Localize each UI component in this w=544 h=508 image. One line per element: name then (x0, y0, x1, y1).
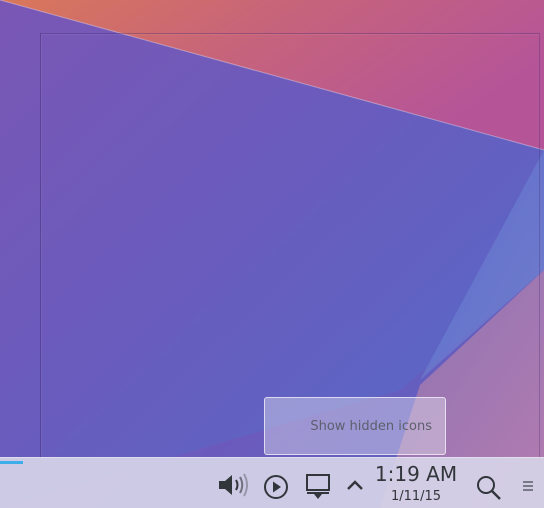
tooltip-text: Show hidden icons (310, 419, 432, 434)
tooltip-show-hidden-icons: Show hidden icons (264, 397, 446, 455)
search-icon[interactable] (474, 473, 502, 501)
hamburger-menu-icon[interactable] (519, 477, 537, 495)
expand-arrow-icon[interactable] (344, 477, 366, 493)
taskbar-panel: 1:19 AM 1/11/15 (0, 457, 544, 508)
device-notifier-icon[interactable] (304, 472, 332, 500)
panel-active-indicator (0, 461, 23, 464)
digital-clock[interactable]: 1:19 AM 1/11/15 (370, 462, 462, 506)
media-player-icon[interactable] (262, 473, 290, 501)
clock-time: 1:19 AM (374, 462, 458, 486)
volume-icon[interactable] (217, 472, 251, 498)
clock-date: 1/11/15 (390, 489, 442, 504)
